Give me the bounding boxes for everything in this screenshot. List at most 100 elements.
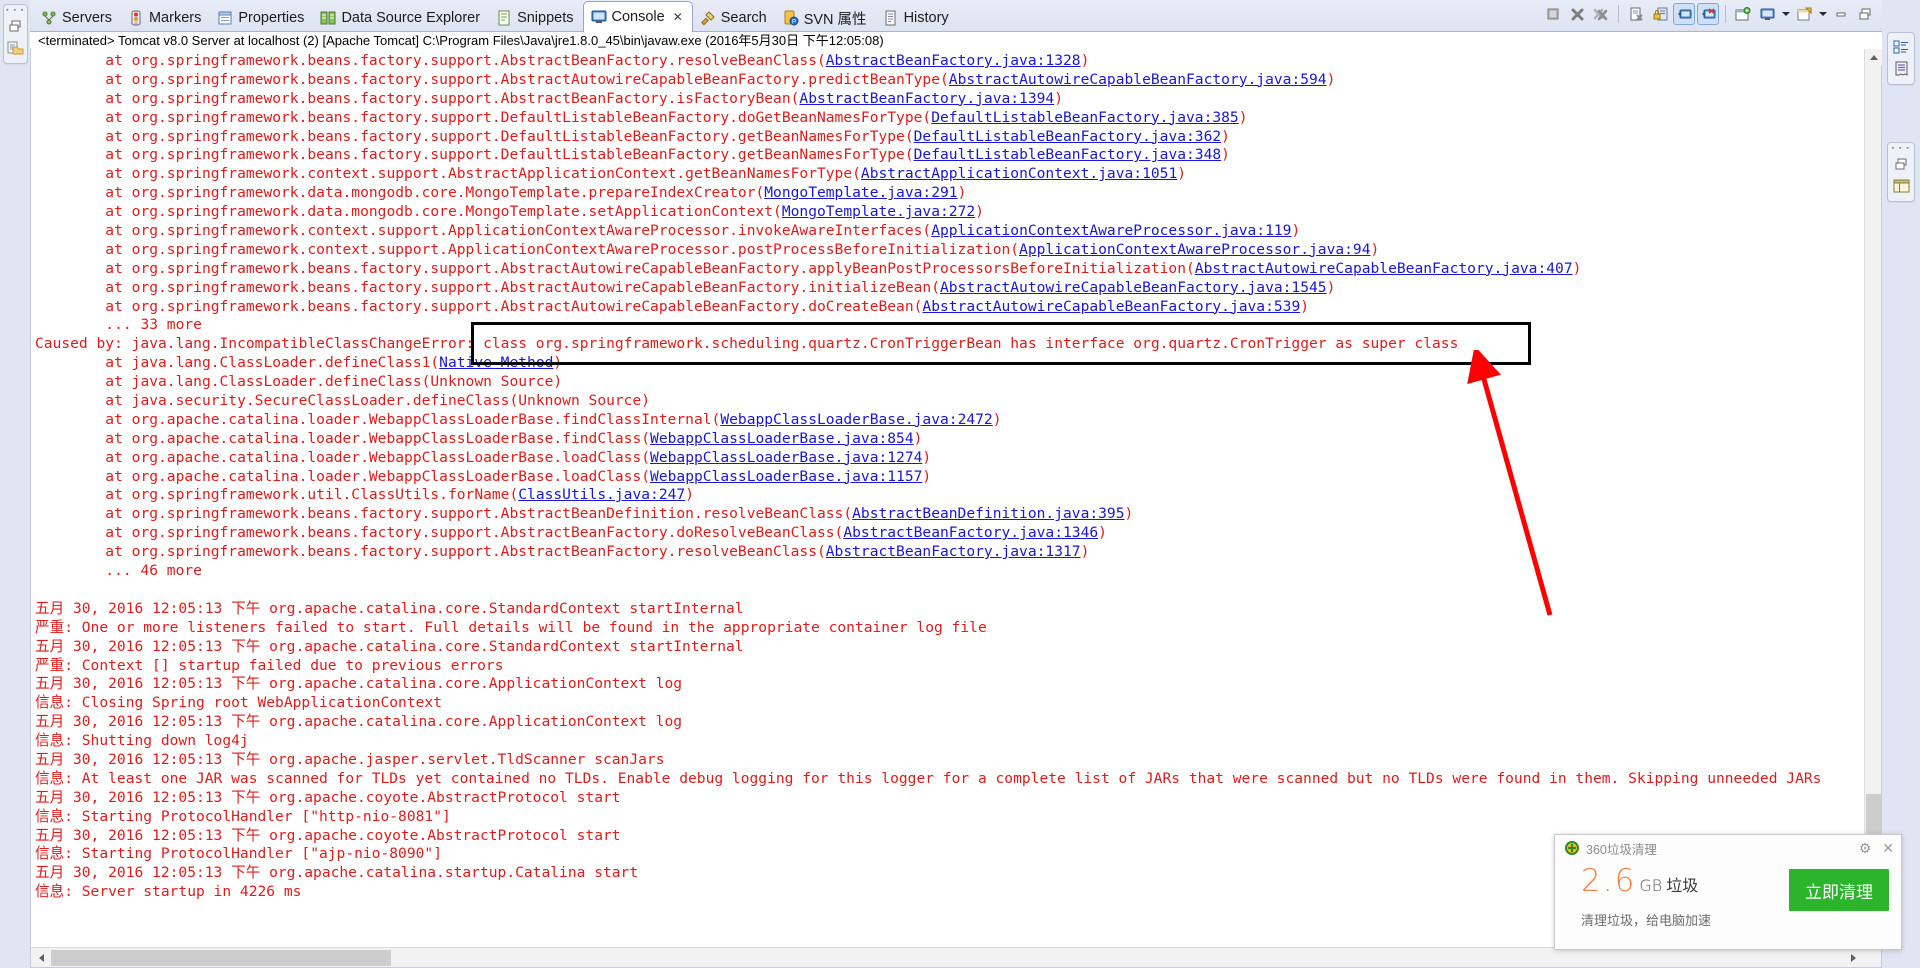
toolbar-separator — [1725, 5, 1726, 23]
stack-trace-link[interactable]: AbstractBeanFactory.java:1328 — [826, 52, 1081, 69]
close-icon[interactable]: ✕ — [1882, 841, 1894, 855]
console-line: at org.springframework.beans.factory.sup… — [105, 108, 1248, 126]
console-line: at org.springframework.beans.factory.sup… — [105, 278, 1336, 296]
console-line: at org.springframework.context.support.A… — [105, 240, 1380, 258]
clear-console-button[interactable] — [1625, 3, 1647, 25]
tab-data-source-explorer[interactable]: Data Source Explorer — [313, 5, 489, 31]
console-line: at org.apache.catalina.loader.WebappClas… — [105, 467, 932, 485]
markers-icon — [128, 10, 144, 26]
project-explorer-icon[interactable] — [4, 37, 27, 59]
restore-icon[interactable] — [1888, 153, 1914, 175]
scroll-lock-button[interactable] — [1649, 3, 1671, 25]
show-console-on-output-button[interactable] — [1673, 3, 1695, 25]
tab-markers[interactable]: Markers — [121, 5, 210, 31]
stack-trace-link[interactable]: DefaultListableBeanFactory.java:362 — [914, 128, 1222, 145]
tab-snippets[interactable]: Snippets — [489, 5, 582, 31]
console-err-icon — [1701, 7, 1715, 18]
stack-trace-link[interactable]: ClassUtils.java:247 — [518, 486, 685, 503]
console-toolbar — [1542, 0, 1882, 31]
rail-drag-handle-2[interactable]: ▪ ▪ ▪ — [1888, 145, 1914, 153]
console-line: at org.springframework.beans.factory.sup… — [105, 70, 1336, 88]
rail-drag-handle[interactable]: ▪ ▪ ▪ — [4, 7, 27, 15]
stack-trace-link[interactable]: AbstractBeanFactory.java:1346 — [843, 524, 1098, 541]
stack-trace-link[interactable]: ApplicationContextAwareProcessor.java:94 — [1019, 241, 1370, 258]
tab-properties[interactable]: Properties — [210, 5, 313, 31]
console-line: at org.springframework.context.support.A… — [105, 165, 1187, 183]
maximize-icon — [1859, 8, 1871, 20]
stack-trace-link[interactable]: DefaultListableBeanFactory.java:348 — [914, 146, 1222, 163]
stack-trace-link[interactable]: WebappClassLoaderBase.java:1157 — [650, 468, 922, 485]
horizontal-scroll-thumb[interactable] — [51, 950, 391, 966]
tab-history[interactable]: History — [876, 5, 958, 31]
tab-label: Snippets — [517, 10, 574, 26]
xx-gray-icon — [1593, 8, 1608, 20]
stack-trace-link[interactable]: AbstractAutowireCapableBeanFactory.java:… — [949, 71, 1327, 88]
console-output-area[interactable]: at org.springframework.beans.factory.sup… — [31, 49, 1864, 947]
document-outline-icon[interactable] — [1888, 58, 1914, 80]
console-view: at org.springframework.beans.factory.sup… — [30, 49, 1882, 968]
display-selected-console-button[interactable] — [1756, 3, 1778, 25]
terminate-button[interactable] — [1542, 3, 1564, 25]
stack-trace-link[interactable]: Native Method — [439, 354, 553, 371]
popup-360-cleanup[interactable]: 360垃圾清理 ⚙ ✕ 2.6 GB 垃圾 清理垃圾，给电脑加速 立即清理 — [1554, 834, 1902, 950]
console-line: 五月 30, 2016 12:05:13 下午 org.apache.catal… — [35, 713, 683, 731]
console-line: at org.springframework.context.support.A… — [105, 222, 1301, 240]
stack-trace-link[interactable]: AbstractAutowireCapableBeanFactory.java:… — [1195, 260, 1573, 277]
console-vertical-scrollbar[interactable] — [1864, 49, 1882, 947]
scroll-left-button[interactable] — [33, 949, 50, 966]
close-icon[interactable]: ✕ — [673, 10, 683, 24]
gear-icon[interactable]: ⚙ — [1859, 841, 1872, 855]
console-line: 五月 30, 2016 12:05:13 下午 org.apache.catal… — [35, 675, 683, 693]
stack-trace-link[interactable]: MongoTemplate.java:291 — [764, 184, 957, 201]
right-fast-view-rail: ▪ ▪ ▪ — [1882, 0, 1920, 968]
stack-trace-link[interactable]: WebappClassLoaderBase.java:854 — [650, 430, 914, 447]
tab-svn-properties[interactable]: P SVN 属性 — [776, 5, 876, 31]
stack-trace-link[interactable]: AbstractBeanFactory.java:1317 — [826, 543, 1081, 560]
console-line: 五月 30, 2016 12:05:13 下午 org.apache.catal… — [35, 637, 744, 655]
stack-trace-link[interactable]: AbstractBeanFactory.java:1394 — [799, 90, 1054, 107]
tab-search[interactable]: Search — [693, 5, 776, 31]
junk-size-value: 2.6 — [1581, 863, 1637, 899]
stack-trace-link[interactable]: DefaultListableBeanFactory.java:385 — [931, 109, 1239, 126]
layout-icon[interactable] — [1888, 175, 1914, 197]
scrollbar-corner — [1864, 947, 1881, 967]
console-line: at org.springframework.beans.factory.sup… — [105, 505, 1134, 523]
outline-icon[interactable] — [1888, 36, 1914, 58]
stack-trace-link[interactable]: WebappClassLoaderBase.java:2472 — [720, 411, 992, 428]
tab-label: Properties — [238, 10, 305, 26]
restore-icon[interactable] — [4, 15, 27, 37]
scroll-up-button[interactable] — [1865, 49, 1882, 66]
maximize-button[interactable] — [1854, 3, 1876, 25]
console-line: at org.springframework.util.ClassUtils.f… — [105, 486, 694, 504]
stack-trace-link[interactable]: ApplicationContextAwareProcessor.java:11… — [931, 222, 1291, 239]
console-line: at org.springframework.beans.factory.sup… — [105, 127, 1230, 145]
left-fast-view-rail: ▪ ▪ ▪ — [0, 0, 30, 968]
stack-trace-link[interactable]: AbstractAutowireCapableBeanFactory.java:… — [922, 298, 1300, 315]
display-console-dropdown-arrow[interactable] — [1780, 3, 1791, 25]
stack-trace-link[interactable]: MongoTemplate.java:272 — [782, 203, 975, 220]
stack-trace-link[interactable]: WebappClassLoaderBase.java:1274 — [650, 449, 922, 466]
tab-label: Search — [720, 10, 767, 26]
tab-console[interactable]: Console ✕ — [582, 1, 693, 32]
pin-console-button[interactable] — [1732, 3, 1754, 25]
clean-now-button[interactable]: 立即清理 — [1789, 869, 1889, 911]
tab-label: Data Source Explorer — [341, 10, 481, 26]
minimize-button[interactable] — [1830, 3, 1852, 25]
scroll-right-button[interactable] — [1845, 949, 1862, 966]
console-line: 严重: One or more listeners failed to star… — [35, 618, 987, 636]
stack-trace-link[interactable]: AbstractApplicationContext.java:1051 — [861, 165, 1177, 182]
console-line: at org.springframework.beans.factory.sup… — [105, 297, 1310, 315]
show-console-on-error-button[interactable] — [1697, 3, 1719, 25]
remove-launch-button[interactable] — [1566, 3, 1588, 25]
right-rail-group-1 — [1887, 32, 1915, 85]
console-horizontal-scrollbar[interactable] — [31, 947, 1864, 967]
open-console-dropdown-arrow[interactable] — [1817, 3, 1828, 25]
console-line: at org.springframework.beans.factory.sup… — [105, 524, 1107, 542]
remove-all-terminated-button[interactable] — [1590, 3, 1612, 25]
stack-trace-link[interactable]: AbstractBeanDefinition.java:395 — [852, 505, 1124, 522]
console-line: 严重: Context [] startup failed due to pre… — [35, 656, 504, 674]
stack-trace-link[interactable]: AbstractAutowireCapableBeanFactory.java:… — [940, 279, 1327, 296]
open-console-button[interactable] — [1793, 3, 1815, 25]
console-out-icon — [1677, 9, 1691, 18]
tab-servers[interactable]: Servers — [34, 5, 121, 31]
